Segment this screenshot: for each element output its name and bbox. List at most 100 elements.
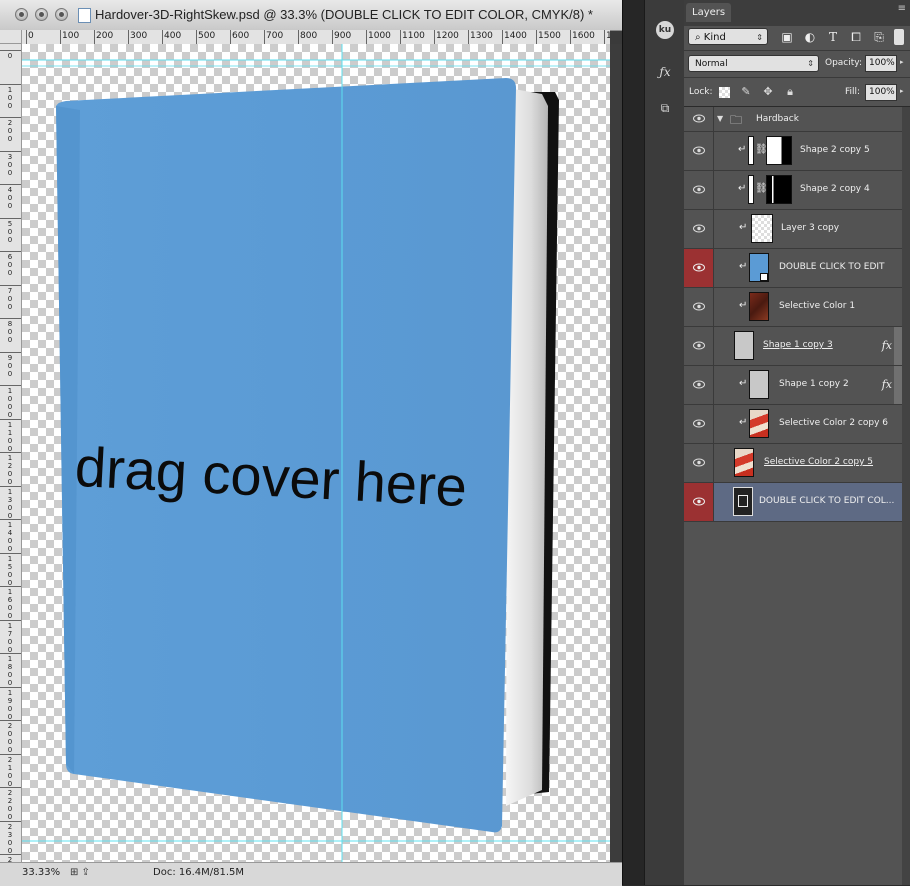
ruler-label: 0 (7, 52, 13, 60)
layer-row[interactable]: ↵ Selective Color 2 copy 6 (684, 405, 902, 444)
shape-filter-icon[interactable]: ⧠ (848, 29, 864, 45)
adjustment-filter-icon[interactable]: ◐ (802, 29, 818, 45)
canvas[interactable]: drag cover here (22, 44, 610, 862)
disclosure-triangle-icon[interactable]: ▼ (717, 114, 723, 123)
ruler-label: 1700 (7, 621, 13, 654)
lock-all-icon[interactable]: 🔒︎ (783, 85, 797, 99)
ruler-label: 1200 (7, 454, 13, 486)
panel-menu-icon[interactable]: ≡ (898, 3, 906, 14)
visibility-toggle[interactable] (684, 483, 714, 521)
blend-row: Normal ⇕ Opacity: 100% ▸ (684, 51, 910, 78)
zoom-level[interactable]: 33.33% (22, 867, 60, 878)
filter-toggle[interactable] (894, 29, 904, 45)
blend-mode-select[interactable]: Normal ⇕ (688, 55, 819, 72)
ruler-label: 100 (62, 31, 80, 41)
visibility-toggle[interactable] (684, 405, 714, 443)
lock-brush-icon[interactable]: ✎ (739, 85, 753, 99)
type-filter-icon[interactable]: T (825, 29, 841, 45)
panel-dock: ku ƒx ⧉ (644, 0, 686, 885)
ruler-tick (0, 485, 21, 487)
visibility-toggle[interactable] (684, 327, 714, 365)
lock-transparent-icon[interactable] (719, 87, 730, 98)
visibility-toggle[interactable] (684, 210, 714, 248)
ruler-label: 1600 (572, 31, 595, 41)
eye-icon (693, 185, 705, 194)
layer-row[interactable]: ↵ Selective Color 1 (684, 288, 902, 327)
visibility-toggle[interactable] (684, 366, 714, 404)
ruler-label: 1500 (538, 31, 561, 41)
horizontal-ruler[interactable]: 0 100 200 300 400 500 600 700 800 900 1000 1100 1200… (22, 30, 610, 45)
eye-icon (693, 114, 705, 123)
layer-name: DOUBLE CLICK TO EDIT COL... (759, 496, 895, 506)
layer-name: Selective Color 2 copy 5 (764, 457, 874, 467)
lock-label: Lock: (689, 87, 713, 97)
eye-icon (693, 302, 705, 311)
link-icon[interactable]: ⛓ (755, 183, 768, 197)
filter-kind-select[interactable]: ⌕ Kind ⇕ (688, 28, 768, 45)
ruler-tick (26, 30, 27, 44)
visibility-toggle[interactable] (684, 444, 714, 482)
panel-header: Layers ≡ (684, 0, 910, 27)
fx-icon[interactable]: fx (882, 339, 892, 352)
visibility-toggle[interactable] (684, 107, 714, 131)
panel-collapse-strip (622, 0, 645, 885)
layer-filter-row: ⌕ Kind ⇕ ▣ ◐ T ⧠ ⎘ (684, 26, 910, 51)
zoom-window-button[interactable] (55, 8, 68, 21)
share-icon[interactable]: ⧉ (651, 94, 679, 122)
vertical-scrollbar[interactable] (610, 44, 622, 862)
ku-icon[interactable]: ku (651, 14, 679, 42)
effects-expand-toggle[interactable] (894, 366, 902, 404)
ruler-label: 1000 (368, 31, 391, 41)
layer-row-selected[interactable]: DOUBLE CLICK TO EDIT COL... (684, 483, 902, 522)
ruler-label: 200 (7, 119, 13, 143)
status-info-icon[interactable]: ⊞ ⇪ (70, 867, 90, 878)
layer-row[interactable]: ↵ ⛓ Shape 2 copy 5 (684, 132, 902, 171)
layer-row[interactable]: Selective Color 2 copy 5 (684, 444, 902, 483)
fx-icon[interactable]: fx (882, 378, 892, 391)
ruler-label: 600 (232, 31, 250, 41)
fill-field[interactable]: 100% (865, 84, 897, 101)
layer-row[interactable]: ↵ DOUBLE CLICK TO EDIT (684, 249, 902, 288)
visibility-toggle[interactable] (684, 249, 714, 287)
pixel-filter-icon[interactable]: ▣ (779, 29, 795, 45)
ruler-tick (0, 318, 21, 319)
clipping-arrow-icon: ↵ (739, 417, 748, 428)
window-titlebar[interactable]: Hardover-3D-RightSkew.psd @ 33.3% (DOUBL… (0, 0, 622, 31)
fill-dropdown-icon[interactable]: ▸ (900, 87, 904, 95)
layer-row[interactable]: Shape 1 copy 3 fx (684, 327, 902, 366)
ruler-label: 600 (7, 253, 13, 277)
ruler-origin[interactable] (0, 30, 22, 44)
effects-expand-toggle[interactable] (894, 327, 902, 365)
minimize-window-button[interactable] (35, 8, 48, 21)
ruler-tick (434, 30, 435, 44)
layer-row[interactable]: ↵ Layer 3 copy (684, 210, 902, 249)
close-window-button[interactable] (15, 8, 28, 21)
link-icon[interactable]: ⛓ (755, 144, 768, 158)
eye-icon (693, 224, 705, 233)
eye-icon (693, 341, 705, 350)
ruler-label: 0 (28, 31, 34, 41)
layer-thumbnail (734, 448, 754, 477)
fx-panel-icon[interactable]: ƒx (651, 58, 679, 86)
visibility-toggle[interactable] (684, 132, 714, 170)
visibility-toggle[interactable] (684, 288, 714, 326)
ruler-label: 1300 (7, 487, 13, 520)
smart-object-filter-icon[interactable]: ⎘ (871, 29, 887, 45)
visibility-toggle[interactable] (684, 171, 714, 209)
tab-layers[interactable]: Layers (686, 3, 732, 22)
layers-scrollbar[interactable] (902, 107, 910, 885)
ruler-tick (332, 30, 333, 44)
vertical-ruler[interactable]: 0 100 200 300 400 500 600 700 800 900 100011001200… (0, 44, 22, 862)
lock-position-icon[interactable]: ✥ (761, 85, 775, 99)
ruler-tick (196, 30, 197, 44)
smart-object-badge-icon (738, 495, 748, 507)
layer-row[interactable]: ↵ ⛓ Shape 2 copy 4 (684, 171, 902, 210)
layer-group-hardback[interactable]: ▼ 🗀 Hardback (684, 107, 902, 132)
layer-row[interactable]: ↵ Shape 1 copy 2 fx (684, 366, 902, 405)
ruler-label: 200 (96, 31, 114, 41)
smart-object-thumbnail (749, 253, 769, 282)
opacity-field[interactable]: 100% (865, 55, 897, 72)
eye-icon (693, 419, 705, 428)
document-size[interactable]: Doc: 16.4M/81.5M (153, 867, 244, 878)
opacity-dropdown-icon[interactable]: ▸ (900, 58, 904, 66)
